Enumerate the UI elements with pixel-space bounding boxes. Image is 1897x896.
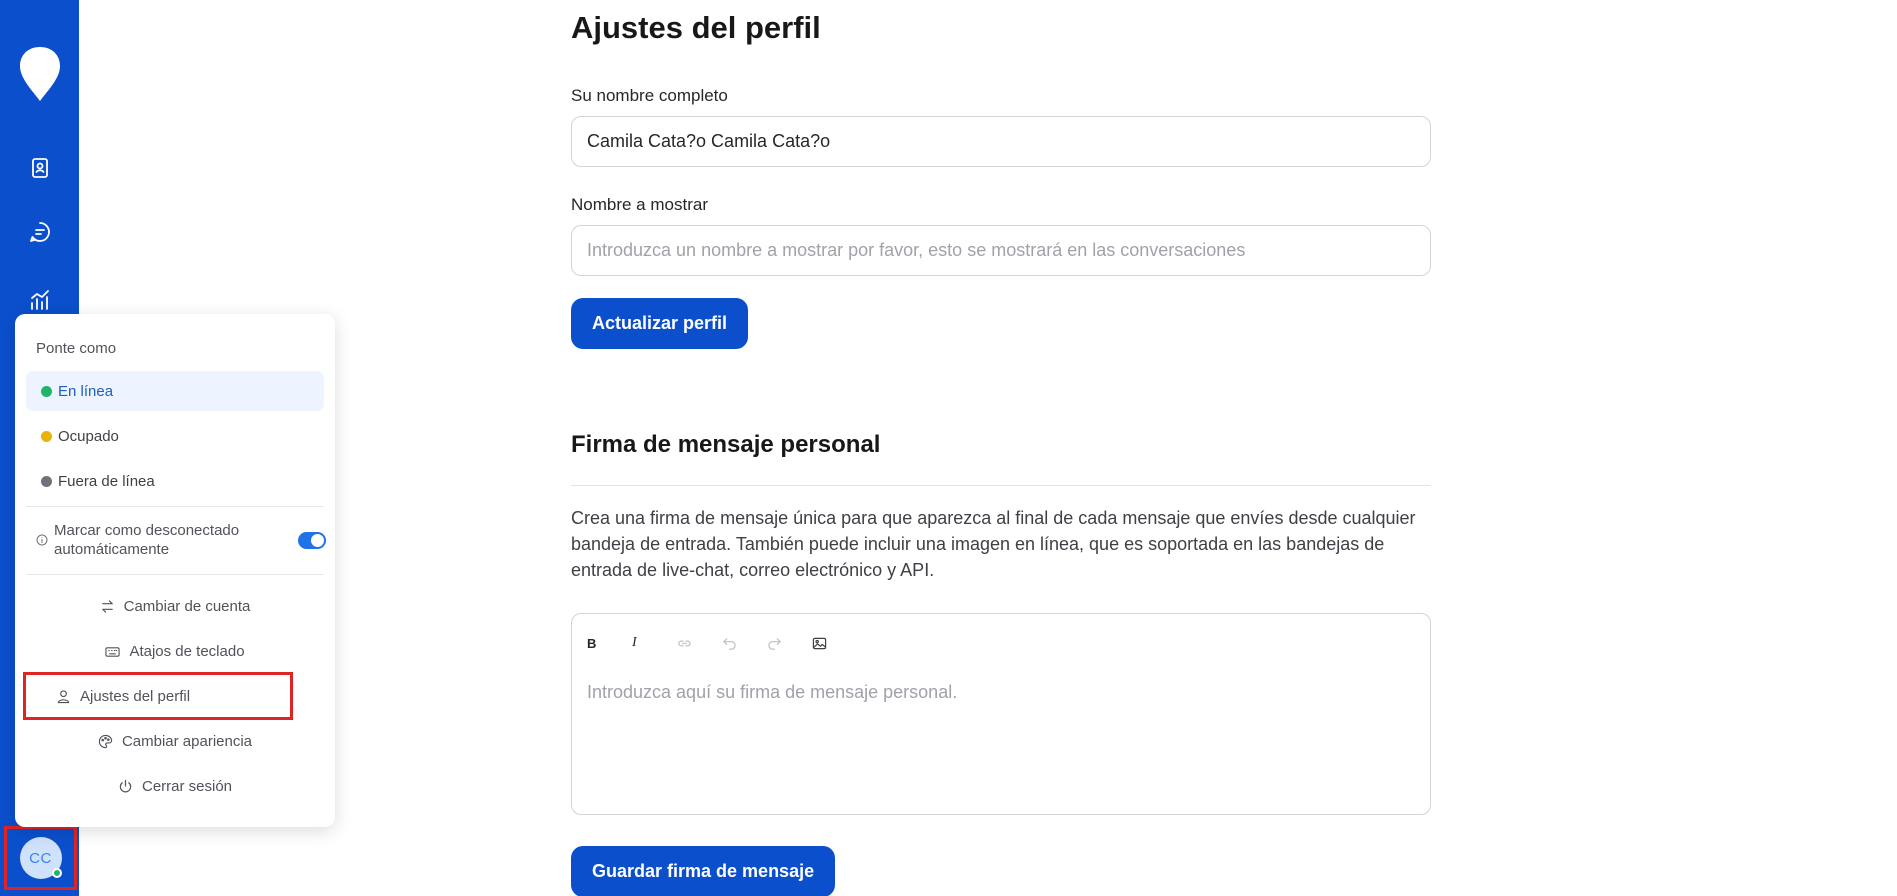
chart-line-icon[interactable] [26, 286, 54, 314]
image-icon[interactable] [810, 632, 855, 654]
menu-item-label: Cerrar sesión [141, 777, 233, 795]
status-label: Fuera de línea [58, 472, 155, 490]
signature-placeholder: Introduzca aquí su firma de mensaje pers… [587, 682, 958, 702]
signature-section-title: Firma de mensaje personal [571, 431, 881, 458]
save-signature-button[interactable]: Guardar firma de mensaje [571, 846, 836, 896]
status-offline[interactable]: Fuera de línea [26, 461, 324, 501]
power-icon [119, 779, 132, 792]
menu-item-label: Atajos de teclado [129, 642, 245, 660]
italic-icon[interactable]: I [630, 632, 675, 654]
display-name-input[interactable] [571, 225, 1431, 276]
logout-item[interactable]: Cerrar sesión [26, 767, 324, 805]
online-status-dot [51, 868, 62, 878]
account-menu: Ponte como En línea Ocupado Fuera de lín… [15, 314, 335, 827]
profile-settings-page: Ajustes del perfil Su nombre completo No… [571, 0, 1431, 896]
chat-bubble-logo-icon[interactable] [17, 45, 63, 105]
menu-divider [26, 506, 324, 507]
section-divider [571, 485, 1431, 486]
toggle-knob [311, 534, 324, 547]
contacts-book-icon[interactable] [26, 154, 54, 182]
editor-toolbar: B I [585, 632, 855, 654]
menu-divider [26, 574, 324, 575]
signature-editor[interactable]: B I Introduzca aquí su firma de mensaje … [571, 613, 1431, 815]
signature-description: Crea una firma de mensaje única para que… [571, 508, 1416, 580]
link-icon[interactable] [675, 632, 720, 654]
full-name-label: Su nombre completo [571, 86, 728, 105]
menu-item-label: Cambiar de cuenta [123, 597, 251, 615]
display-name-label: Nombre a mostrar [571, 195, 708, 214]
menu-item-label: Cambiar apariencia [121, 732, 253, 750]
person-icon [57, 689, 70, 703]
info-icon [36, 534, 48, 546]
bold-icon[interactable]: B [585, 632, 630, 654]
busy-dot-icon [41, 430, 52, 442]
status-label: Ocupado [58, 427, 119, 445]
page-title: Ajustes del perfil [571, 10, 821, 45]
update-profile-button[interactable]: Actualizar perfil [571, 298, 749, 349]
change-appearance-item[interactable]: Cambiar apariencia [26, 722, 324, 760]
arrows-swap-icon [101, 599, 113, 613]
undo-icon[interactable] [720, 632, 765, 654]
avatar-button[interactable]: CC [4, 826, 77, 890]
palette-icon [98, 734, 113, 748]
status-label: En línea [58, 382, 114, 400]
redo-icon[interactable] [765, 632, 810, 654]
profile-settings-item[interactable]: Ajustes del perfil [26, 677, 324, 715]
auto-offline-toggle[interactable] [298, 532, 326, 549]
offline-dot-icon [41, 475, 52, 487]
status-online[interactable]: En línea [26, 371, 324, 411]
status-busy[interactable]: Ocupado [26, 416, 324, 456]
menu-heading: Ponte como [36, 340, 117, 357]
switch-account-item[interactable]: Cambiar de cuenta [26, 587, 324, 625]
menu-item-label: Ajustes del perfil [80, 687, 191, 705]
online-dot-icon [41, 385, 52, 397]
keyboard-shortcuts-item[interactable]: Atajos de teclado [26, 632, 324, 670]
keyboard-icon [105, 646, 121, 657]
full-name-input[interactable] [571, 116, 1431, 167]
auto-offline-label: Marcar como desconectado automáticamente [54, 522, 240, 558]
avatar: CC [19, 837, 62, 879]
message-bubble-icon[interactable] [26, 218, 54, 246]
auto-offline-row: Marcar como desconectado automáticamente [36, 520, 326, 560]
avatar-initials: CC [29, 849, 52, 867]
